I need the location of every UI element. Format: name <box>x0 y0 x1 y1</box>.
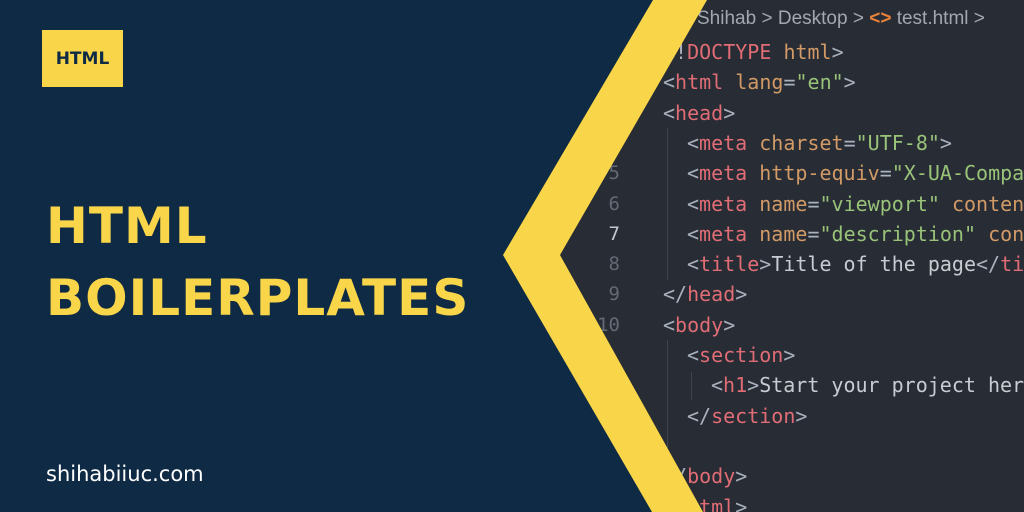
title-line-1: HTML <box>46 197 208 255</box>
website-url: shihabiiuc.com <box>46 462 204 486</box>
title-line-2: BOILERPLATES <box>46 269 470 327</box>
page-title: HTML BOILERPLATES <box>46 190 469 334</box>
html-badge: HTML <box>42 30 123 87</box>
